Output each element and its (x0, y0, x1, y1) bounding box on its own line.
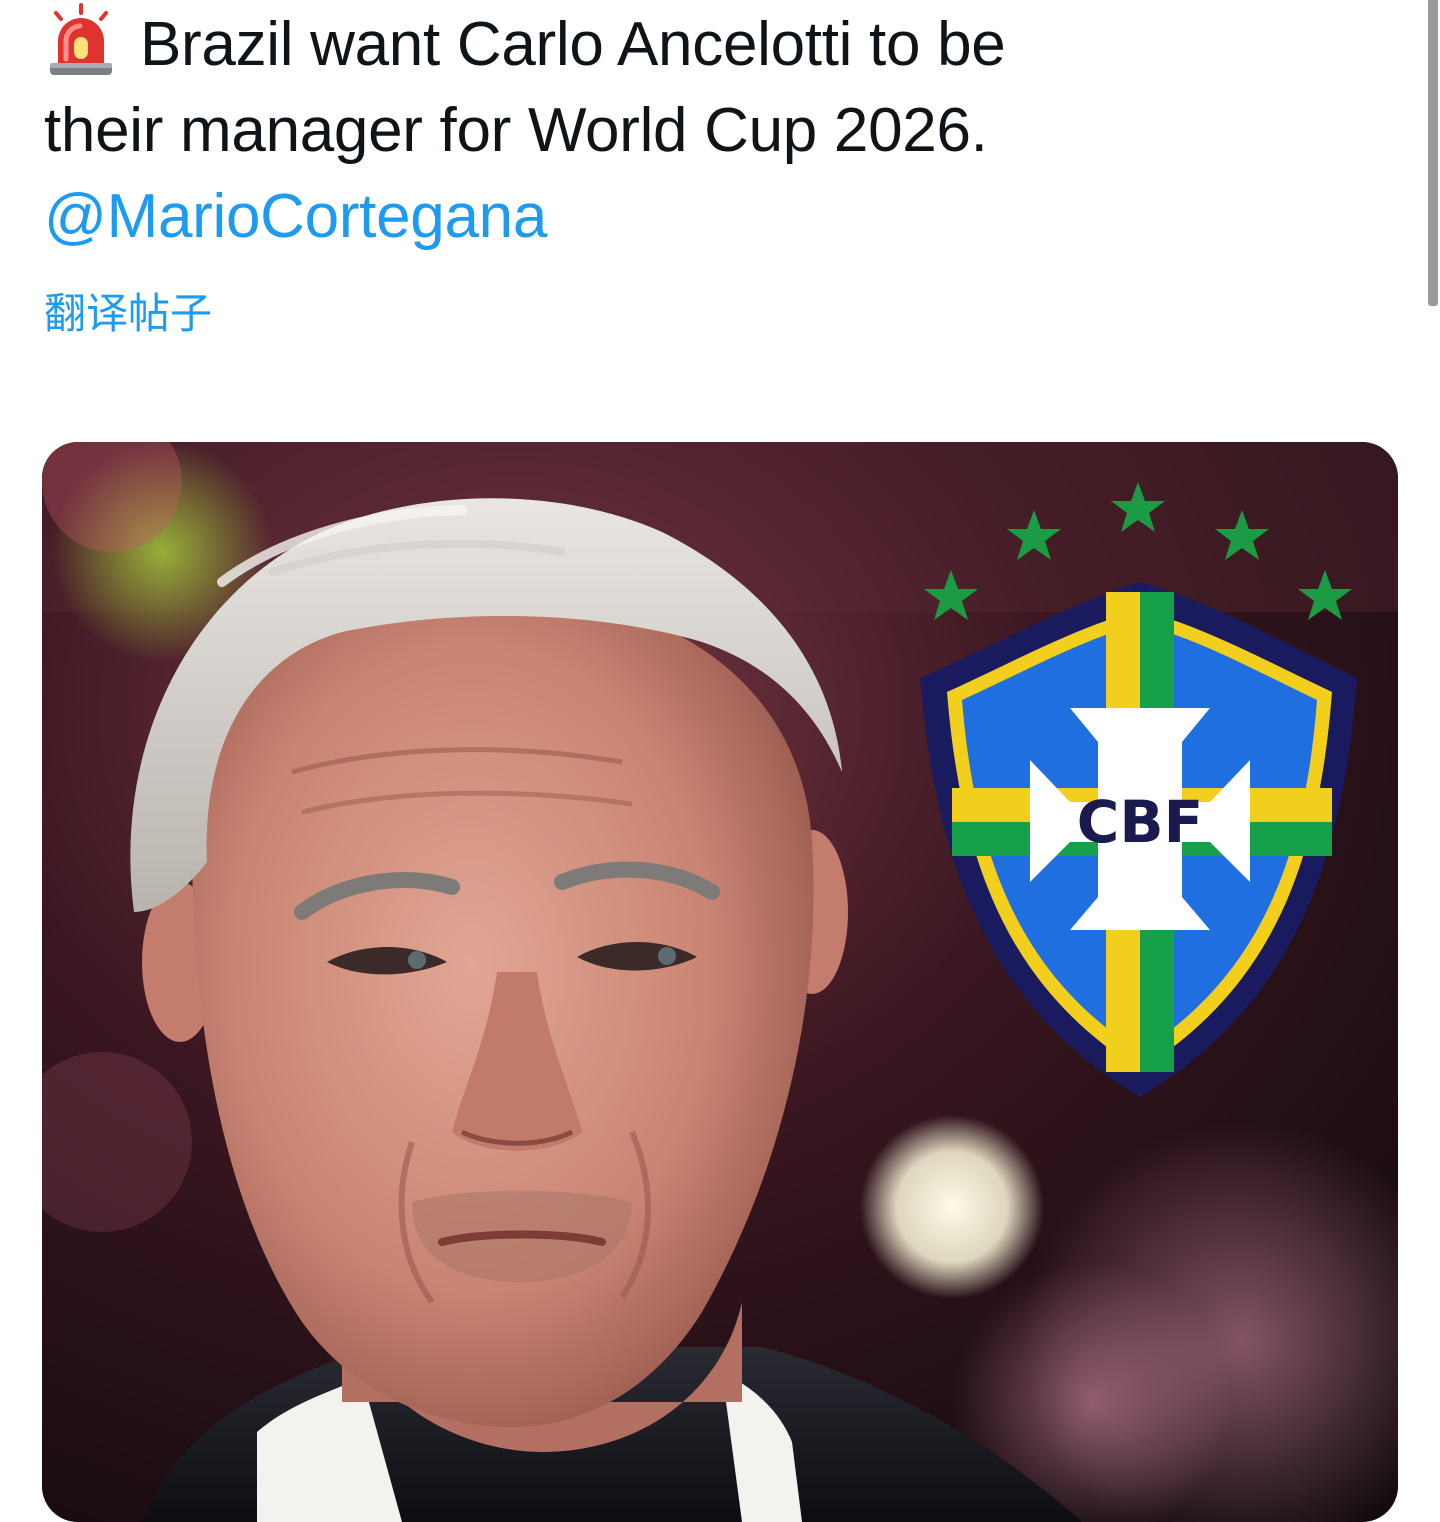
translate-post-link[interactable]: 翻译帖子 (44, 288, 212, 340)
bokeh-light (860, 1115, 1044, 1299)
mention-link[interactable]: @MarioCortegana (44, 174, 1404, 260)
scrollbar[interactable] (1426, 0, 1440, 306)
tweet-media-image[interactable]: CBF (42, 442, 1398, 1522)
tweet-text: Brazil want Carlo Ancelotti to be their … (44, 2, 1404, 260)
crest-label: CBF (1077, 788, 1203, 856)
scrollbar-thumb[interactable] (1428, 0, 1438, 306)
rotating-light-icon (44, 3, 118, 77)
tweet-text-line-1: Brazil want Carlo Ancelotti to be (140, 10, 1006, 79)
tweet-text-line-2: their manager for World Cup 2026. (44, 96, 988, 165)
